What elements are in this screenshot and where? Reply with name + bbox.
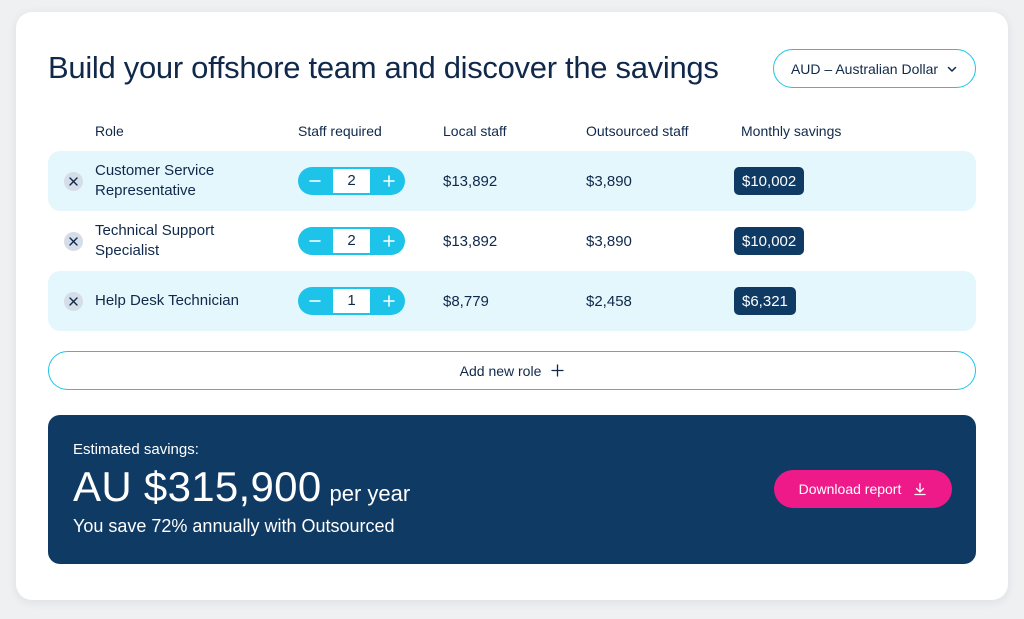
add-role-label: Add new role (459, 362, 542, 379)
quantity-stepper: 1 (298, 287, 405, 315)
local-staff-cost: $13,892 (443, 172, 498, 190)
column-header-staff: Staff required (298, 123, 382, 139)
currency-select[interactable]: AUD – Australian Dollar (773, 49, 976, 88)
increment-button[interactable] (372, 287, 405, 315)
savings-period: per year (329, 481, 411, 506)
increment-button[interactable] (372, 227, 405, 255)
decrement-button[interactable] (298, 227, 331, 255)
download-report-label: Download report (798, 481, 902, 497)
plus-icon (551, 364, 565, 377)
remove-role-button[interactable] (64, 232, 83, 251)
column-header-savings: Monthly savings (741, 123, 842, 139)
column-header-local: Local staff (443, 123, 507, 139)
outsourced-staff-cost: $3,890 (586, 172, 632, 190)
quantity-value[interactable]: 2 (333, 169, 370, 193)
monthly-savings-badge: $6,321 (734, 287, 796, 315)
column-header-outsourced: Outsourced staff (586, 123, 689, 139)
minus-icon (308, 180, 321, 182)
role-name-line1: Customer Service (95, 162, 215, 179)
quantity-stepper: 2 (298, 227, 405, 255)
plus-icon (382, 235, 395, 247)
minus-icon (308, 300, 321, 302)
plus-icon (382, 295, 395, 307)
remove-role-button[interactable] (64, 172, 83, 191)
local-staff-cost: $8,779 (443, 292, 489, 310)
remove-role-button[interactable] (64, 292, 83, 311)
monthly-savings-badge: $10,002 (734, 167, 805, 195)
monthly-savings-badge: $10,002 (734, 227, 805, 255)
quantity-value[interactable]: 1 (333, 289, 370, 313)
table-row: Customer Service Representative 2 $13,89… (48, 151, 976, 211)
download-report-button[interactable]: Download report (774, 470, 952, 508)
page-title: Build your offshore team and discover th… (48, 50, 719, 85)
role-name: Customer Service Representative (95, 151, 275, 211)
decrement-button[interactable] (298, 167, 331, 195)
download-icon (914, 482, 927, 496)
local-staff-cost: $13,892 (443, 232, 498, 250)
close-icon (69, 177, 78, 186)
role-name-line1: Technical Support (95, 222, 215, 239)
outsourced-staff-cost: $2,458 (586, 292, 632, 310)
savings-summary: Estimated savings: AU $315,900 per year Y… (48, 415, 976, 564)
role-name-line2: Specialist (95, 242, 160, 259)
close-icon (69, 297, 78, 306)
quantity-value[interactable]: 2 (333, 229, 370, 253)
role-name: Help Desk Technician (95, 271, 275, 331)
add-role-button[interactable]: Add new role (48, 351, 976, 390)
quantity-stepper: 2 (298, 167, 405, 195)
savings-amount-line: AU $315,900 per year (73, 463, 410, 511)
currency-select-label: AUD – Australian Dollar (790, 60, 939, 77)
savings-amount: AU $315,900 (73, 463, 322, 510)
decrement-button[interactable] (298, 287, 331, 315)
outsourced-staff-cost: $3,890 (586, 232, 632, 250)
table-row: Help Desk Technician 1 $8,779 $2,458 $6,… (48, 271, 976, 331)
chevron-down-icon (947, 66, 957, 72)
table-row: Technical Support Specialist 2 $13,892 $… (48, 211, 976, 271)
minus-icon (308, 240, 321, 242)
close-icon (69, 237, 78, 246)
savings-percentage-text: You save 72% annually with Outsourced (73, 516, 395, 536)
column-header-role: Role (95, 123, 124, 139)
role-name-line1: Help Desk Technician (95, 292, 239, 309)
estimated-savings-label: Estimated savings: (73, 441, 199, 458)
role-name-line2: Representative (95, 182, 196, 199)
role-name: Technical Support Specialist (95, 211, 275, 271)
plus-icon (382, 175, 395, 187)
increment-button[interactable] (372, 167, 405, 195)
